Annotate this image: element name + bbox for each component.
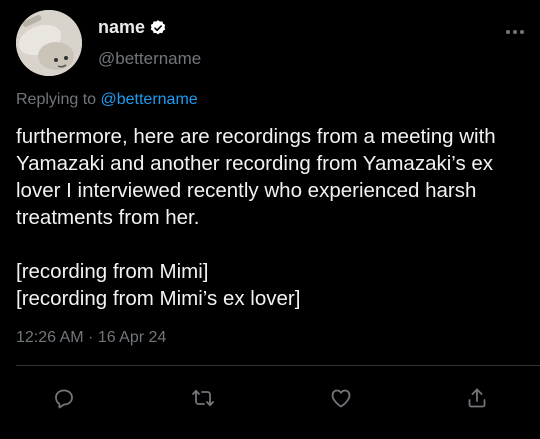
divider — [16, 365, 540, 366]
retweet-icon — [192, 389, 214, 407]
verified-badge-icon — [149, 19, 167, 37]
reply-button[interactable] — [46, 380, 82, 416]
replying-to-prefix: Replying to — [16, 91, 97, 108]
display-name[interactable]: name — [98, 17, 167, 38]
tweet-text: furthermore, here are recordings from a … — [16, 125, 496, 310]
share-button[interactable] — [459, 380, 495, 416]
replying-to: Replying to @betternamе — [16, 91, 198, 109]
share-icon — [468, 388, 486, 408]
display-name-text[interactable]: name — [98, 17, 145, 38]
avatar[interactable] — [16, 10, 82, 76]
tweet-actions — [0, 380, 540, 416]
heart-icon — [331, 389, 351, 408]
user-handle[interactable]: @betternamе — [98, 49, 201, 69]
retweet-button[interactable] — [185, 380, 221, 416]
more-options-icon[interactable] — [504, 24, 526, 34]
reply-icon — [55, 389, 73, 409]
tweet-timestamp[interactable]: 12:26 AM · 16 Apr 24 — [16, 329, 166, 347]
like-button[interactable] — [323, 380, 359, 416]
replying-to-mention[interactable]: @betternamе — [101, 91, 198, 108]
